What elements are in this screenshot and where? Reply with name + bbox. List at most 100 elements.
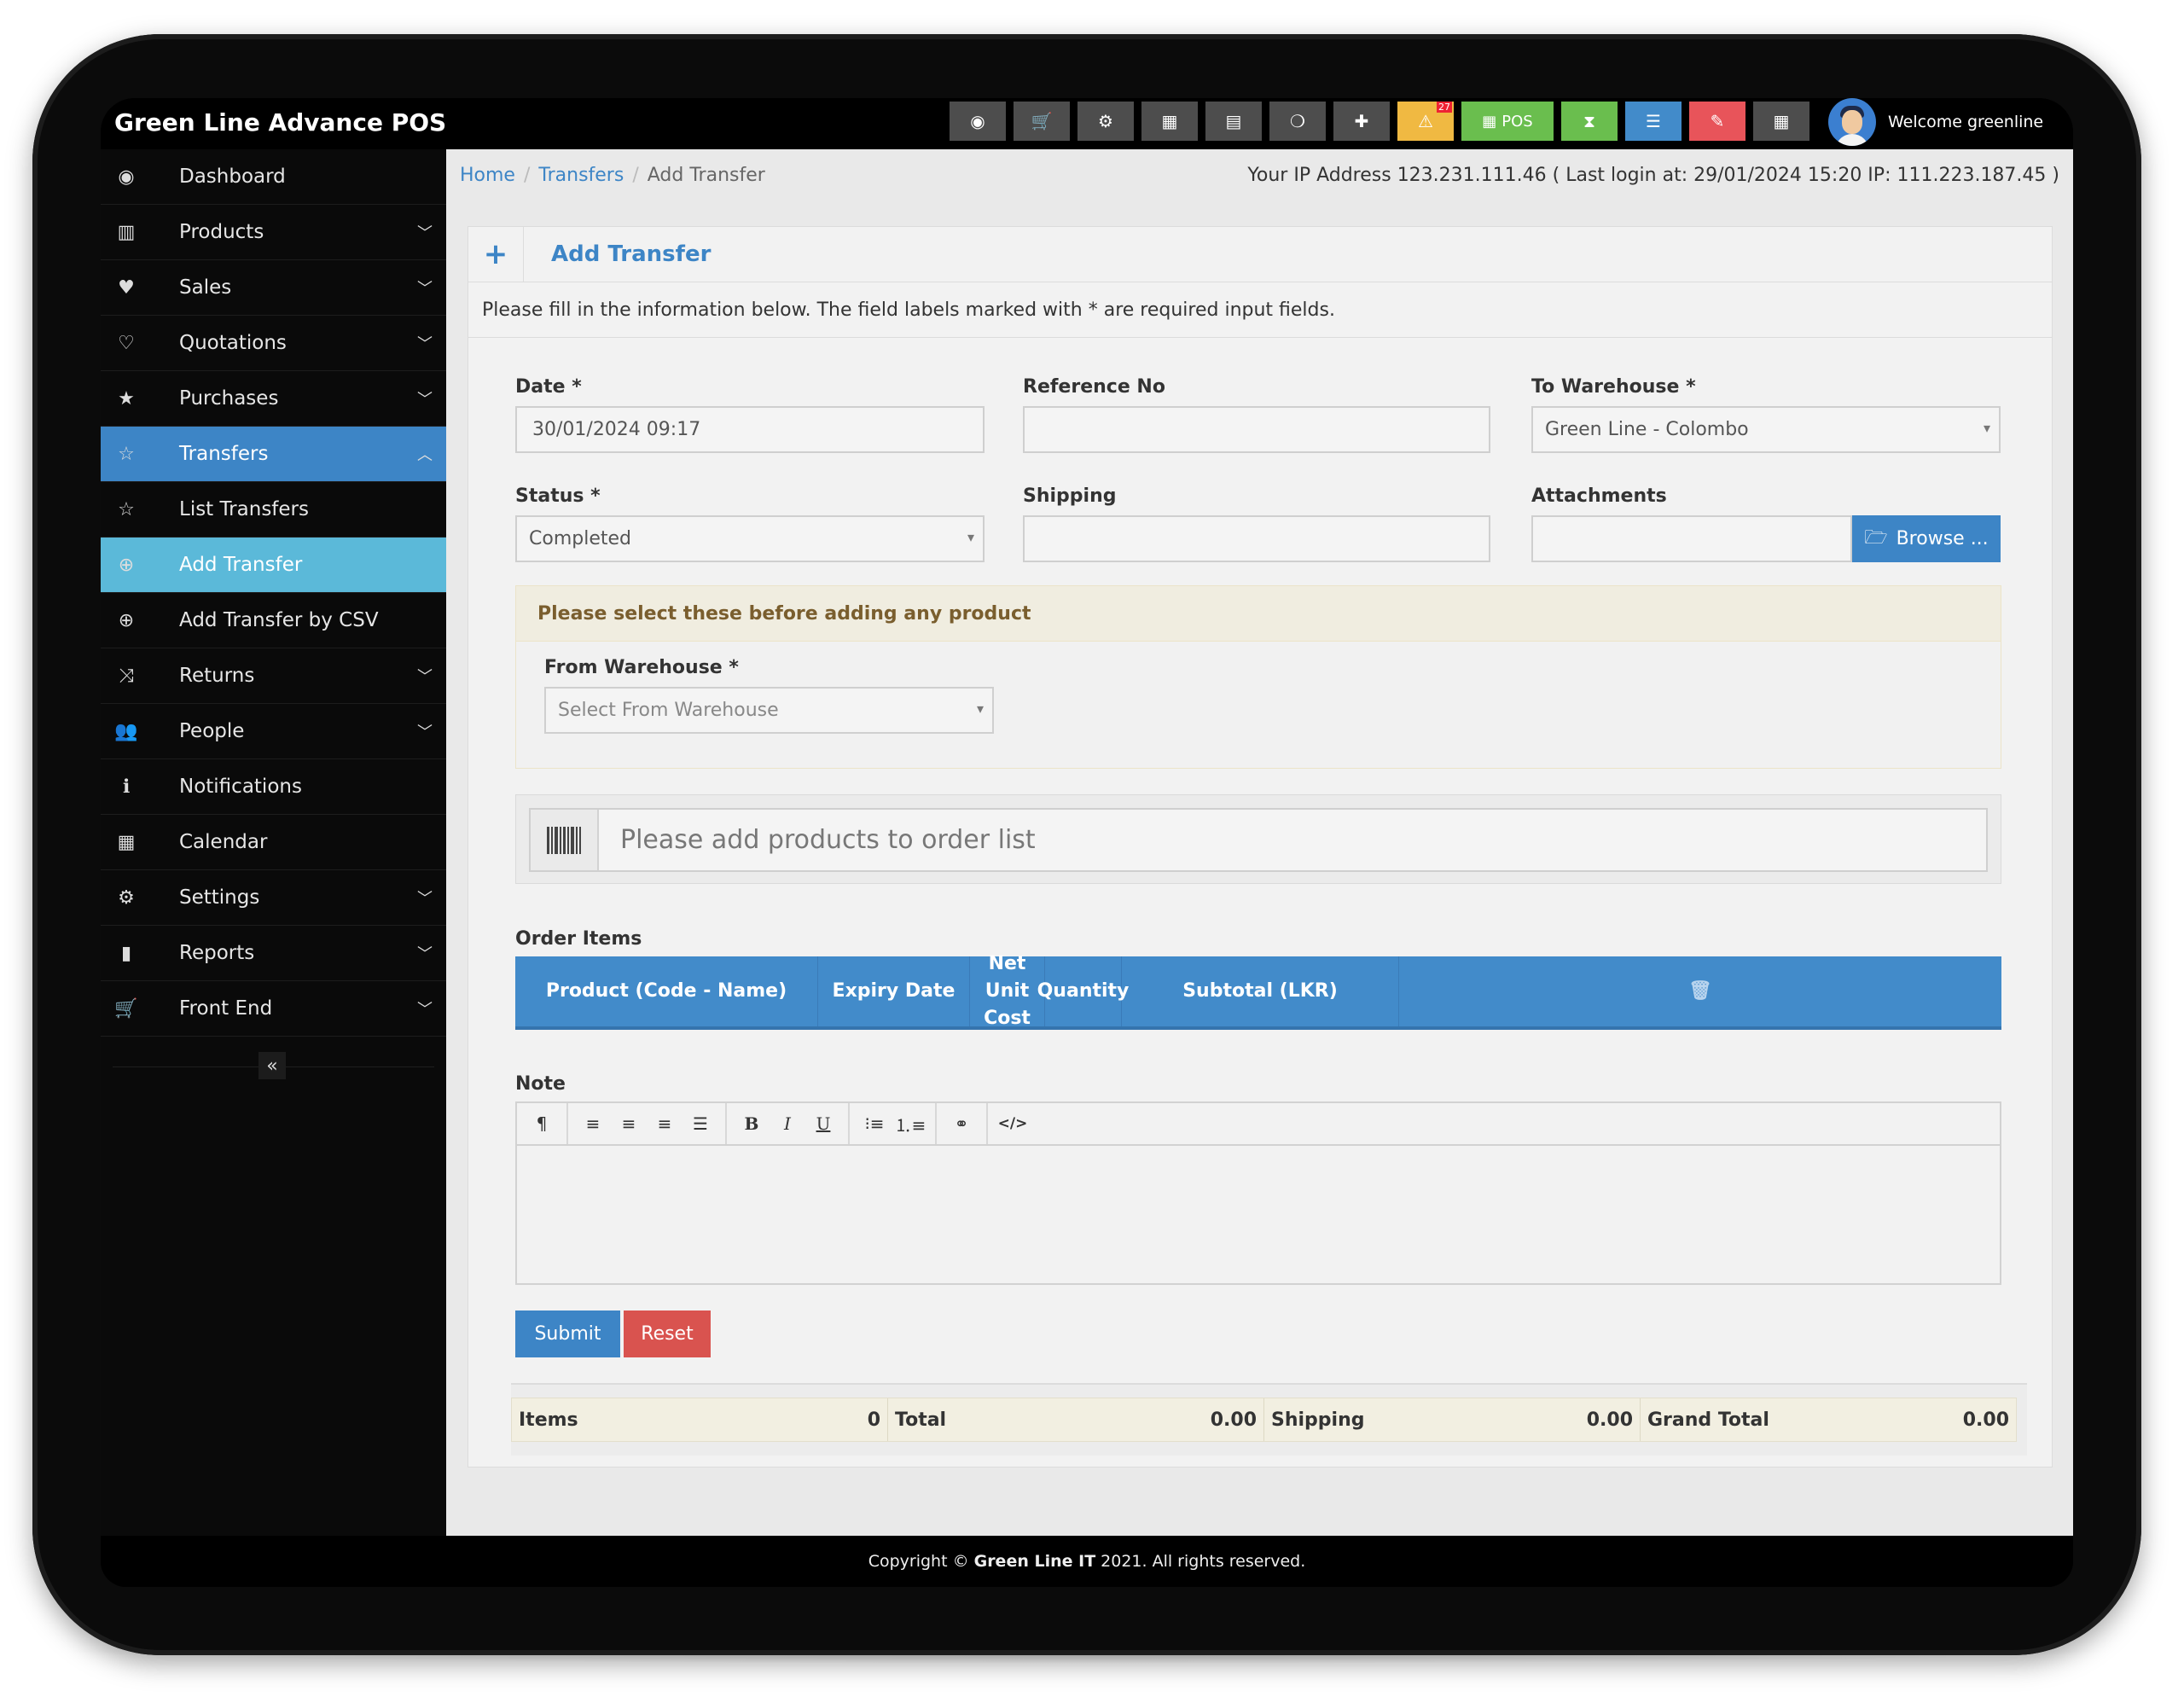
note-textarea[interactable] — [517, 1146, 2000, 1285]
toolbar-button-grid[interactable]: ▦ — [1753, 102, 1809, 141]
code-view-icon[interactable]: </> — [995, 1115, 1031, 1132]
italic-icon[interactable]: I — [770, 1113, 805, 1134]
ordered-list-icon[interactable]: ⒈≡ — [892, 1112, 928, 1136]
date-input[interactable]: 30/01/2024 09:17 — [515, 406, 985, 453]
sidebar-item-transfers[interactable]: ☆ Transfers ︿ — [101, 427, 446, 482]
sidebar-item-label: People — [179, 720, 245, 742]
toolbar-button-calculator[interactable]: ▦ — [1141, 102, 1198, 141]
attachments-input[interactable] — [1531, 515, 1852, 562]
toolbar-button-alert[interactable]: ⚠ 27 — [1397, 102, 1454, 141]
toolbar-button-html5[interactable]: ❍ — [1269, 102, 1326, 141]
sidebar-item-label: Returns — [179, 665, 255, 687]
sidebar: ◉ Dashboard ▥ Products ﹀ ♥ Sales ﹀ ♡ Quotations ﹀ ★… — [101, 149, 446, 1536]
from-warehouse-select[interactable]: Select From Warehouse — [544, 687, 994, 734]
sidebar-item-returns[interactable]: ⤨ Returns ﹀ — [101, 648, 446, 704]
sidebar-item-label: Sales — [179, 276, 232, 299]
toolbar-button-settings[interactable]: ⚙ — [1077, 102, 1134, 141]
order-items-table-header: Product (Code - Name) Expiry Date Net Un… — [515, 953, 2001, 1030]
toolbar-button-eraser[interactable]: ✎ — [1689, 102, 1745, 141]
sidebar-item-products[interactable]: ▥ Products ﹀ — [101, 205, 446, 260]
items-value: 0 — [867, 1409, 880, 1431]
chevron-down-icon: ﹀ — [417, 224, 433, 242]
toolbar-button-cart[interactable]: 🛒 — [1014, 102, 1070, 141]
breadcrumb-home[interactable]: Home — [460, 165, 515, 186]
welcome-text: Welcome greenline — [1888, 113, 2044, 131]
plus-circle-icon: ⊕ — [118, 554, 135, 576]
sidebar-item-front-end[interactable]: 🛒 Front End ﹀ — [101, 981, 446, 1037]
chevron-up-icon: ︿ — [417, 446, 433, 464]
toolbar-button-calendar[interactable]: ▤ — [1205, 102, 1262, 141]
bold-icon[interactable]: B — [734, 1113, 770, 1134]
reference-input[interactable] — [1023, 406, 1490, 453]
justify-icon[interactable]: ☰ — [682, 1113, 718, 1134]
from-warehouse-label: From Warehouse * — [544, 657, 739, 678]
sidebar-item-label: Quotations — [179, 332, 287, 354]
totals-bar: Items 0 Total 0.00 Shipping 0.00 Grand T… — [511, 1383, 2027, 1456]
reference-label: Reference No — [1023, 376, 1165, 398]
sidebar-item-label: Purchases — [179, 387, 279, 410]
toolbar-button-list[interactable]: ☰ — [1625, 102, 1682, 141]
sidebar-item-settings[interactable]: ⚙ Settings ﹀ — [101, 870, 446, 926]
sidebar-collapse-row: « — [101, 1037, 446, 1096]
heart-outline-icon: ♡ — [118, 332, 135, 354]
ip-info: Your IP Address 123.231.111.46 ( Last lo… — [1247, 165, 2059, 186]
column-quantity: Quantity — [1037, 956, 1129, 1026]
sidebar-collapse-button[interactable]: « — [258, 1052, 286, 1079]
total-label: Total — [895, 1409, 947, 1431]
sidebar-item-calendar[interactable]: ▦ Calendar — [101, 815, 446, 870]
sidebar-item-purchases[interactable]: ★ Purchases ﹀ — [101, 371, 446, 427]
to-warehouse-select[interactable]: Green Line - Colombo — [1531, 406, 2001, 453]
alert-icon: ⚠ — [1418, 111, 1433, 131]
page-title: Add Transfer — [551, 241, 712, 267]
sidebar-item-sales[interactable]: ♥ Sales ﹀ — [101, 260, 446, 316]
breadcrumb-transfers[interactable]: Transfers — [538, 165, 624, 186]
align-right-icon[interactable]: ≡ — [647, 1113, 682, 1134]
sidebar-item-label: List Transfers — [179, 498, 309, 520]
unordered-list-icon[interactable]: ⁝≡ — [857, 1113, 892, 1134]
sidebar-item-add-transfer[interactable]: ⊕ Add Transfer — [101, 538, 446, 593]
warning-message: Please select these before adding any pr… — [516, 586, 2001, 642]
toolbar-button-hourglass[interactable]: ⧗ — [1561, 102, 1618, 141]
sidebar-item-label: Notifications — [179, 776, 302, 798]
sidebar-item-reports[interactable]: ▮ Reports ﹀ — [101, 926, 446, 981]
totals-total: Total 0.00 — [888, 1398, 1264, 1441]
sidebar-item-people[interactable]: 👥 People ﹀ — [101, 704, 446, 759]
status-select[interactable]: Completed — [515, 515, 985, 562]
underline-icon[interactable]: U — [805, 1113, 841, 1134]
calendar-icon: ▦ — [117, 831, 136, 853]
sidebar-item-label: Products — [179, 221, 264, 243]
sidebar-item-dashboard[interactable]: ◉ Dashboard — [101, 149, 446, 205]
sidebar-item-label: Add Transfer by CSV — [179, 609, 379, 631]
chevron-down-icon: ﹀ — [417, 391, 433, 409]
align-left-icon[interactable]: ≡ — [575, 1113, 611, 1134]
sidebar-item-quotations[interactable]: ♡ Quotations ﹀ — [101, 316, 446, 371]
sidebar-item-label: Transfers — [179, 443, 269, 465]
total-value: 0.00 — [1210, 1409, 1257, 1431]
bar-chart-icon: ▮ — [120, 942, 132, 964]
breadcrumb-current: Add Transfer — [647, 164, 765, 186]
grand-total-value: 0.00 — [1962, 1409, 2009, 1431]
cog-icon: ⚙ — [118, 886, 135, 909]
shipping-total-label: Shipping — [1271, 1409, 1365, 1431]
shipping-total-value: 0.00 — [1586, 1409, 1633, 1431]
sidebar-item-list-transfers[interactable]: ☆ List Transfers — [101, 482, 446, 538]
align-center-icon[interactable]: ≡ — [611, 1113, 647, 1134]
browse-button[interactable]: 🗁 Browse ... — [1852, 515, 2001, 562]
sidebar-item-notifications[interactable]: ℹ Notifications — [101, 759, 446, 815]
submit-button[interactable]: Submit — [515, 1311, 620, 1357]
shipping-input[interactable] — [1023, 515, 1490, 562]
calendar-icon: ▤ — [1225, 111, 1242, 131]
link-icon[interactable]: ⚭ — [944, 1113, 979, 1134]
user-menu[interactable]: Welcome greenline — [1828, 98, 2043, 146]
add-product-input[interactable]: Please add products to order list — [529, 808, 1988, 872]
toolbar-button-pos[interactable]: ▦ POS — [1461, 102, 1554, 141]
reset-button[interactable]: Reset — [624, 1311, 711, 1357]
sidebar-item-label: Calendar — [179, 831, 268, 853]
add-product-placeholder: Please add products to order list — [620, 825, 1036, 855]
toolbar-button-dashboard[interactable]: ◉ — [950, 102, 1006, 141]
sidebar-item-add-transfer-by-csv[interactable]: ⊕ Add Transfer by CSV — [101, 593, 446, 648]
paragraph-format-icon[interactable]: ¶ — [524, 1113, 560, 1134]
toolbar-button-uk-flag[interactable]: ✚ — [1333, 102, 1390, 141]
browse-label: Browse ... — [1896, 528, 1989, 549]
avatar[interactable] — [1828, 98, 1876, 146]
